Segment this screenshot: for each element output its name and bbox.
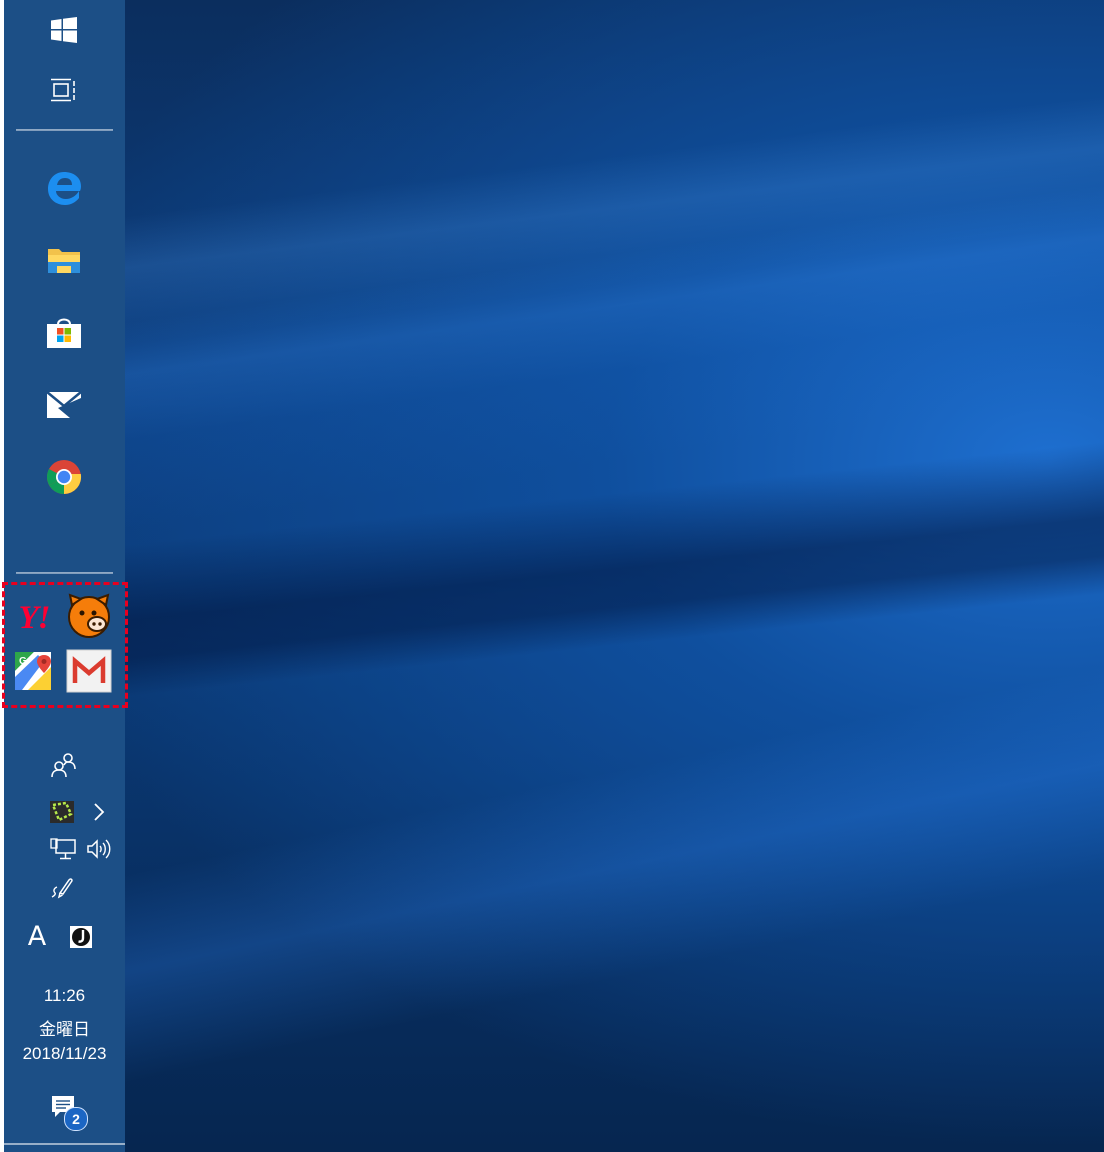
task-view-icon [51,78,75,102]
task-view-button[interactable] [39,70,89,110]
ime-mode-button[interactable]: A [22,918,52,954]
pig-app-taskbar-button[interactable] [64,592,114,640]
clock-time: 11:26 [43,986,86,1005]
ime-mode-label: A [27,920,47,952]
show-hidden-icons-button[interactable] [86,797,112,827]
people-icon [51,753,76,778]
file-explorer-taskbar-button[interactable] [39,238,89,284]
store-icon [47,318,81,348]
network-icon [50,838,76,860]
edge-icon [48,172,81,205]
pen-ink-icon [51,878,73,899]
start-button[interactable] [39,10,89,50]
tray-app-button[interactable] [46,796,78,828]
green-app-icon [50,801,74,823]
volume-icon [87,839,111,859]
taskbar-separator-2 [16,572,113,574]
google-maps-icon: G [15,652,51,690]
taskbar-separator [16,129,113,131]
notification-count-badge: 2 [64,1107,88,1131]
clock-date: 2018/11/23 [22,1044,107,1063]
people-button[interactable] [39,748,89,782]
yahoo-icon: Y! [18,599,51,636]
network-button[interactable] [46,834,80,864]
ime-j-button[interactable] [66,922,96,952]
gmail-icon [66,649,112,693]
gmail-taskbar-button[interactable] [64,648,114,694]
google-maps-taskbar-button[interactable]: G [10,648,56,694]
chrome-taskbar-button[interactable] [39,454,89,500]
clock-weekday: 金曜日 [39,1020,90,1039]
windows-ink-button[interactable] [46,872,80,904]
mail-taskbar-button[interactable] [39,382,89,428]
action-center-button[interactable]: 2 [44,1090,94,1134]
google-maps-g-label: G [19,656,27,667]
store-taskbar-button[interactable] [39,309,89,355]
mail-icon [46,391,82,418]
edge-taskbar-button[interactable] [39,165,89,211]
windows-logo-icon [51,17,77,43]
volume-button[interactable] [84,834,114,864]
chrome-icon [47,460,82,495]
ime-j-icon [70,926,92,948]
taskbar: Y! G A 11:26 金曜日 2018/11/23 2 [0,0,128,1152]
desktop-wallpaper [0,0,1104,1152]
yahoo-taskbar-button[interactable]: Y! [10,596,58,640]
folder-icon [48,249,80,273]
pig-icon [68,593,110,638]
clock-button[interactable]: 11:26 金曜日 2018/11/23 [4,980,125,1070]
chevron-right-icon [94,803,105,821]
show-desktop-line[interactable] [4,1143,125,1145]
